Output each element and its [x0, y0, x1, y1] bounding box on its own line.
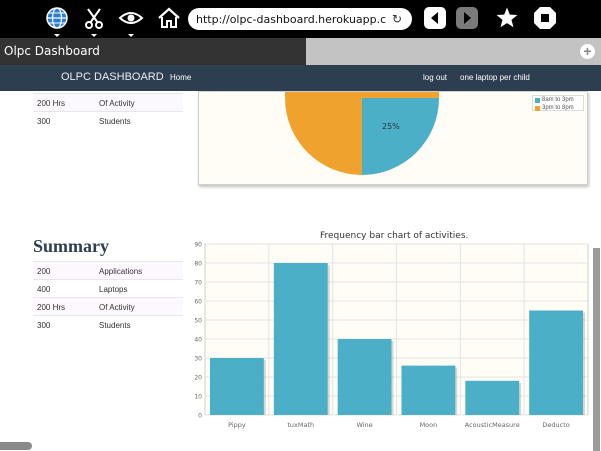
pie-slice-blue: [362, 98, 439, 175]
legend-label: 3pm to 8pm: [542, 105, 574, 111]
y-tick-label: 10: [194, 394, 202, 401]
y-tick-label: 70: [194, 280, 202, 287]
table-row: 300 Students: [33, 111, 183, 129]
y-tick-label: 0: [198, 413, 202, 420]
pie-chart-panel: 25%: [198, 91, 588, 185]
stat-value: 300: [37, 321, 51, 330]
bar-chart-title: Frequency bar chart of activities.: [320, 231, 469, 241]
stat-value: 400: [37, 285, 51, 294]
url-text[interactable]: http://olpc-dashboard.herokuapp.com: [196, 13, 386, 26]
url-bar[interactable]: http://olpc-dashboard.herokuapp.com ↻: [188, 8, 412, 30]
scissors-icon[interactable]: [80, 4, 108, 37]
legend-item: 3pm to 8pm: [533, 104, 583, 112]
stat-value: 200 Hrs: [37, 303, 66, 312]
bar: [337, 339, 392, 415]
table-row: 400 Laptops: [33, 279, 183, 297]
y-tick-label: 90: [194, 242, 202, 249]
pie-chart: 25%: [285, 92, 439, 175]
browser-toolbar: http://olpc-dashboard.herokuapp.com ↻: [0, 0, 601, 38]
add-tab-icon[interactable]: +: [580, 44, 595, 59]
stat-value: 200: [37, 267, 51, 276]
table-row: 200 Hrs Of Activity: [33, 93, 183, 111]
pie-legend: 8am to 3pm 3pm to 8pm: [532, 95, 584, 111]
bar: [273, 263, 328, 415]
legend-swatch: [535, 106, 540, 111]
bar-chart: 0 10 20 30 40 50 60 70 80 90 Pippy tuxMath Wine Moon A…: [194, 242, 589, 429]
summary-title: Summary: [33, 236, 109, 256]
bar: [210, 358, 264, 415]
legend-item: 8am to 3pm: [533, 96, 583, 104]
site-navbar: OLPC DASHBOARD Home log out one laptop p…: [0, 65, 601, 91]
stat-value: 300: [37, 117, 51, 126]
nav-logout-link[interactable]: log out: [423, 73, 447, 82]
bar: [529, 310, 583, 415]
x-tick-label: Wine: [356, 421, 372, 429]
y-tick-label: 60: [194, 299, 202, 306]
bar: [401, 365, 456, 415]
x-tick-label: Pippy: [228, 421, 246, 429]
y-tick-label: 30: [194, 356, 202, 363]
legend-label: 8am to 3pm: [542, 97, 574, 103]
x-tick-label: tuxMath: [287, 421, 314, 429]
top-stats-table: 200 Hrs Of Activity 300 Students: [33, 93, 183, 129]
x-tick-label: Moon: [420, 421, 438, 429]
tab-strip: Olpc Dashboard +: [0, 38, 601, 65]
y-tick-label: 50: [194, 318, 202, 325]
stat-label: Students: [99, 321, 131, 330]
pie-percent-label: 25%: [382, 122, 400, 131]
home-icon[interactable]: [155, 4, 183, 32]
navbar-brand[interactable]: OLPC DASHBOARD: [61, 71, 164, 83]
y-tick-label: 20: [194, 375, 202, 382]
stat-label: Applications: [99, 267, 143, 276]
table-row: 200 Applications: [33, 261, 183, 279]
stop-icon[interactable]: [531, 4, 559, 32]
x-tick-label: AcousticMeasure: [465, 421, 520, 429]
bar: [465, 380, 520, 415]
forward-icon[interactable]: [453, 4, 481, 32]
pie-slice-orange: [285, 92, 362, 175]
table-row: 200 Hrs Of Activity: [33, 297, 183, 315]
nav-olpc-link[interactable]: one laptop per child: [460, 73, 530, 82]
back-icon[interactable]: [421, 4, 449, 32]
star-icon[interactable]: [493, 4, 521, 32]
nav-home-link[interactable]: Home: [170, 73, 191, 82]
y-tick-label: 40: [194, 337, 202, 344]
stat-label: Laptops: [99, 285, 128, 294]
stat-label: Of Activity: [99, 99, 135, 108]
globe-icon[interactable]: [43, 4, 71, 37]
table-row: 300 Students: [33, 315, 183, 333]
y-tick-label: 80: [194, 261, 202, 268]
web-content: 200 Hrs Of Activity 300 Students 25% 8am…: [0, 65, 601, 451]
stat-value: 200 Hrs: [37, 99, 66, 108]
vertical-scrollbar[interactable]: [593, 248, 600, 451]
pie-slice-orange-top: [362, 92, 439, 98]
stat-label: Of Activity: [99, 303, 135, 312]
eye-icon[interactable]: [117, 4, 145, 37]
summary-table: 200 Applications 400 Laptops 200 Hrs Of …: [33, 261, 183, 333]
stat-label: Students: [99, 117, 131, 126]
x-tick-label: Deducto: [542, 421, 569, 429]
tab-olpc-dashboard[interactable]: Olpc Dashboard: [0, 38, 306, 65]
legend-swatch: [535, 98, 540, 103]
reload-icon[interactable]: ↻: [392, 12, 402, 26]
horizontal-scrollbar[interactable]: [0, 442, 32, 450]
